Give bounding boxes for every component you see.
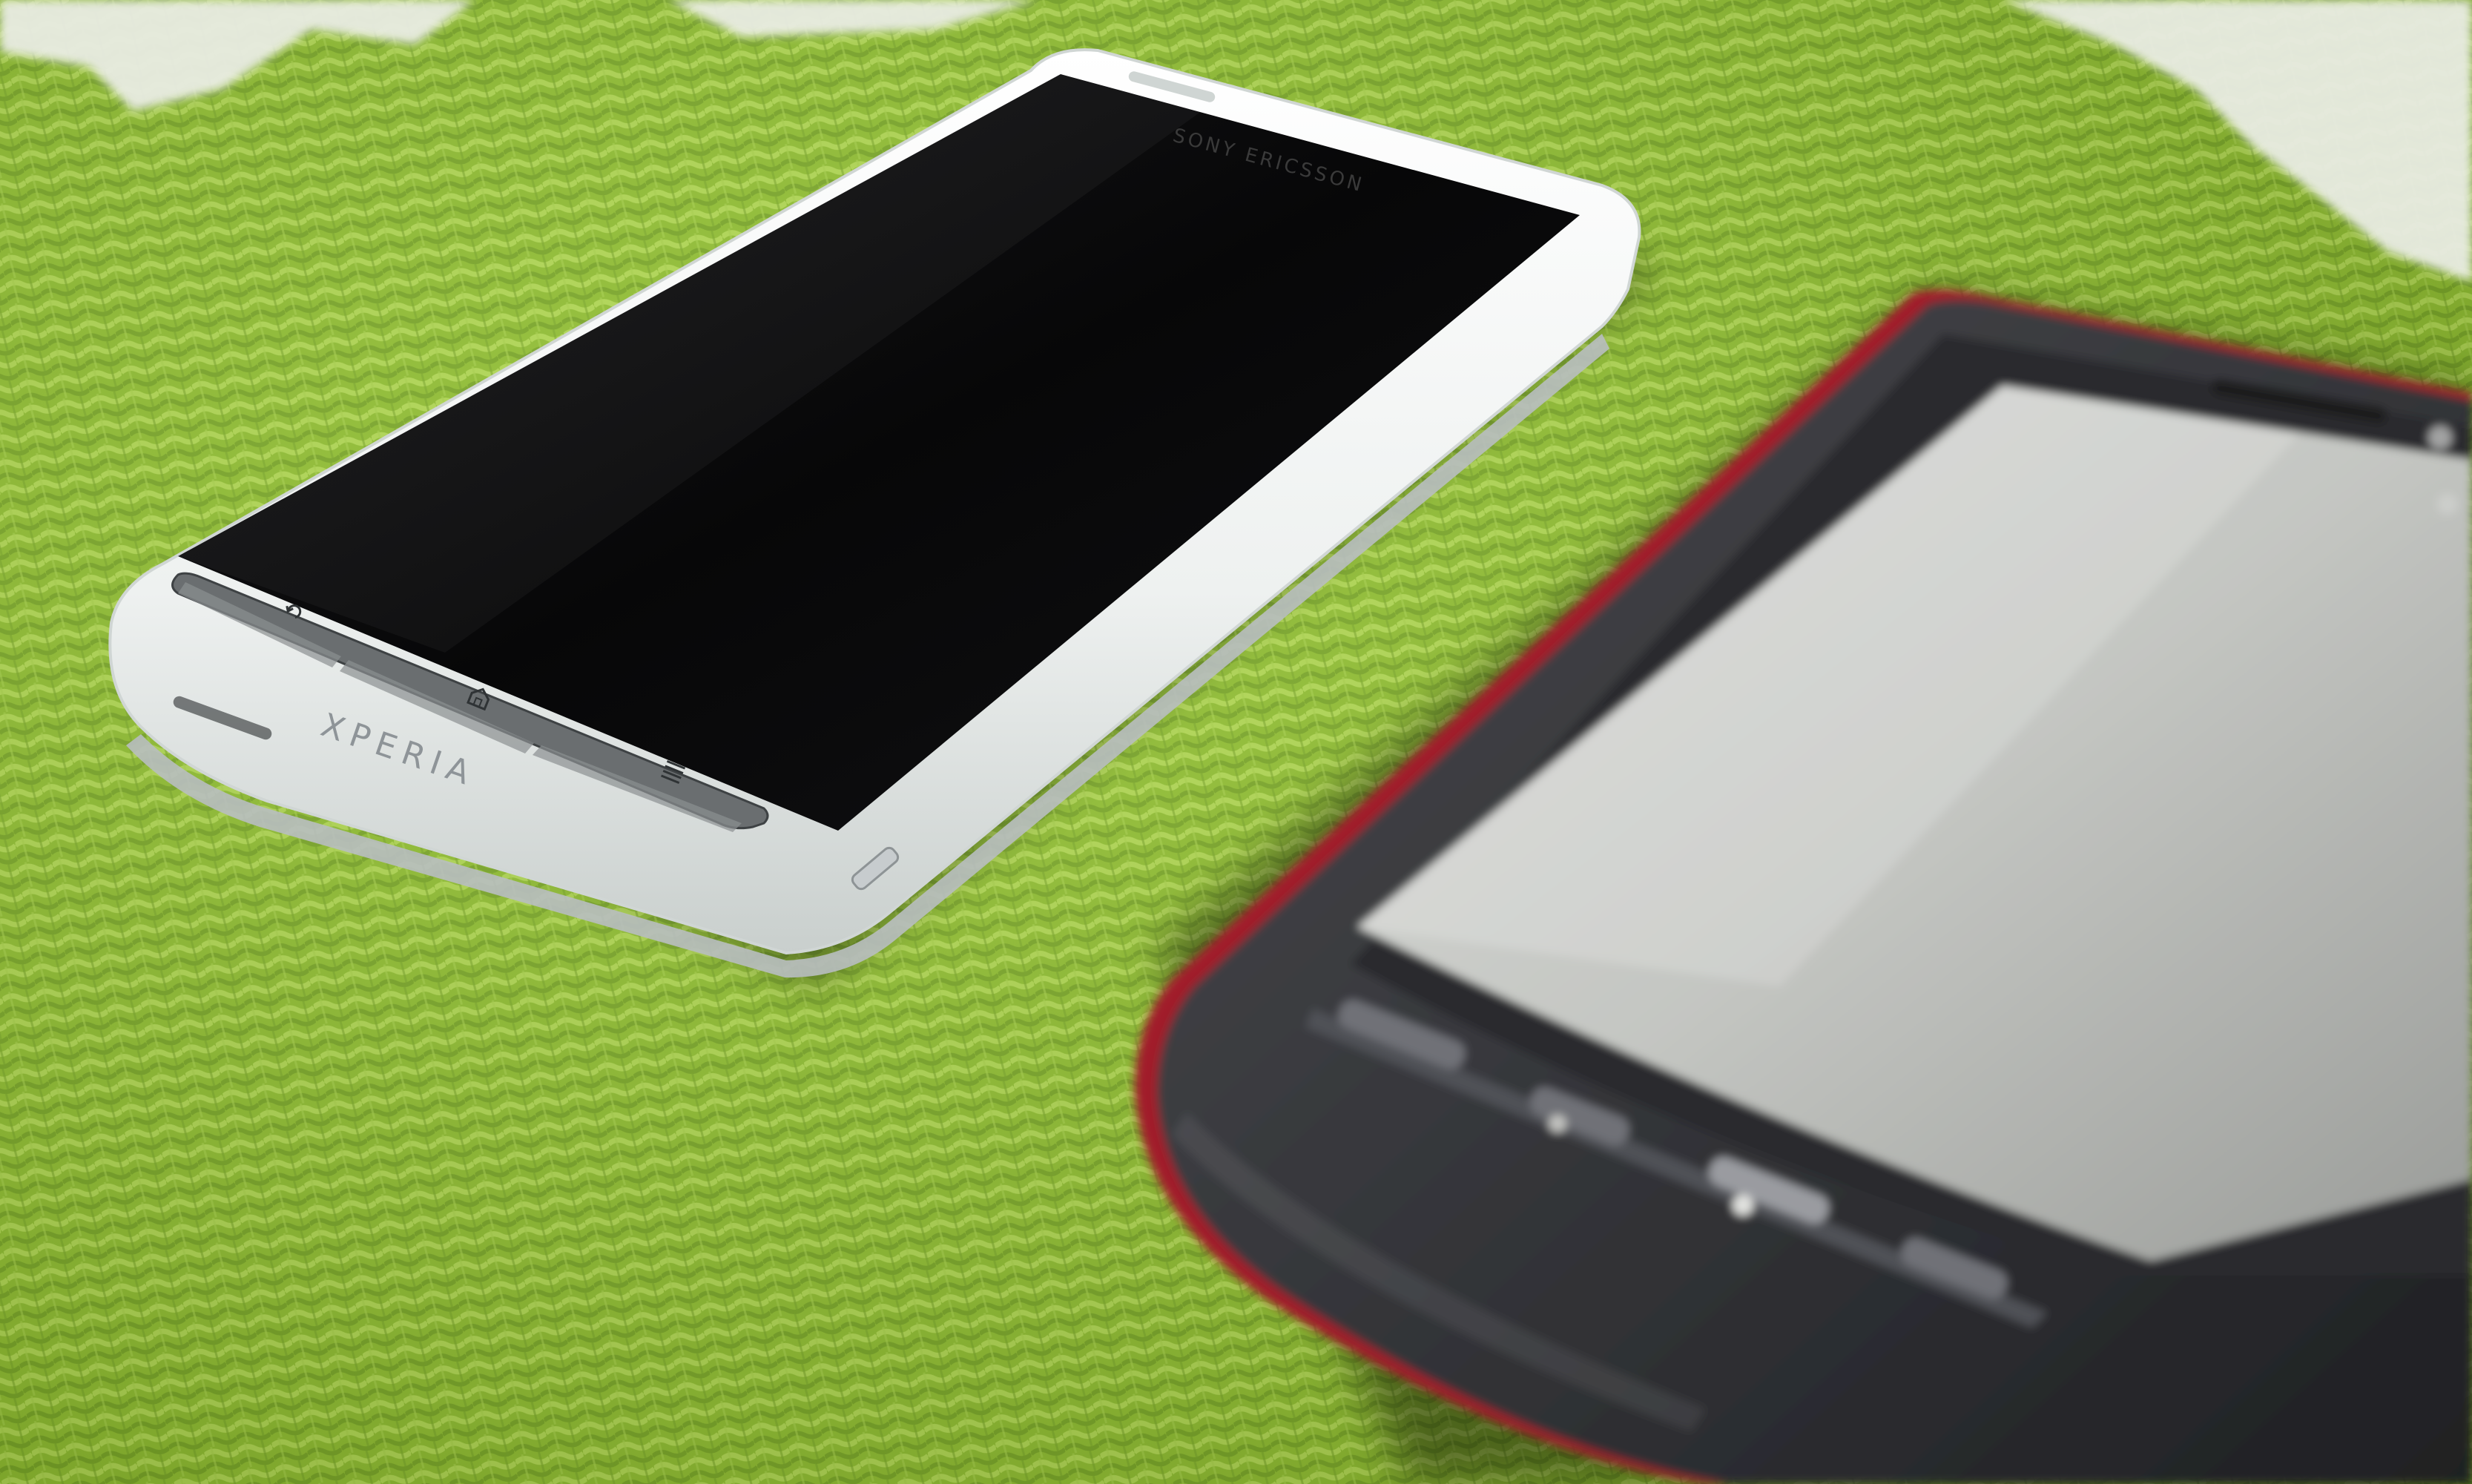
scene-svg: SONY ERICSSON XPERIA [0,0,2472,1484]
right-phone-camera [2437,494,2458,515]
right-phone-music-icon [1549,1115,1566,1132]
right-phone-menu-icon [1733,1195,1753,1216]
photo-scene: SONY ERICSSON XPERIA [0,0,2472,1484]
right-phone-sensor [2428,426,2452,449]
